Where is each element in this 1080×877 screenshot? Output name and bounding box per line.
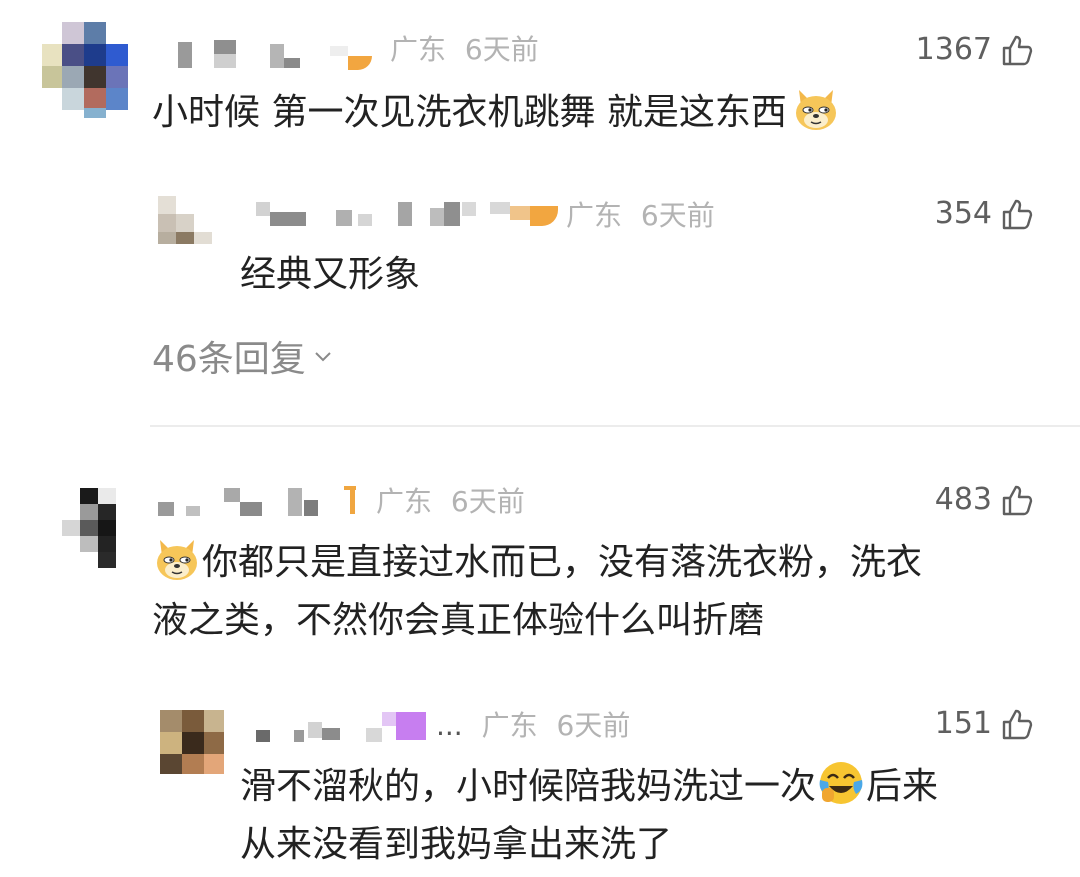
like-button[interactable]: 483 bbox=[935, 482, 1034, 517]
like-count: 354 bbox=[934, 196, 992, 231]
like-count: 483 bbox=[934, 482, 992, 517]
thumbs-up-icon bbox=[1002, 709, 1033, 739]
avatar[interactable] bbox=[62, 488, 116, 568]
thumbs-up-icon bbox=[1002, 35, 1033, 65]
thumbs-up-icon bbox=[1002, 199, 1033, 229]
username-blurred[interactable] bbox=[158, 484, 368, 520]
reply-meta: ... 广东 6天前 bbox=[436, 709, 631, 742]
reply-text: 滑不溜秋的，小时候陪我妈洗过一次 后来 从来没看到我妈拿出来洗了 bbox=[240, 758, 1040, 874]
time: 6天前 bbox=[464, 33, 539, 66]
view-replies-button[interactable]: 46条回复 bbox=[152, 330, 334, 382]
like-count: 151 bbox=[934, 706, 992, 741]
reply-like-button[interactable]: 151 bbox=[935, 706, 1034, 741]
doge-emoji-icon bbox=[157, 540, 197, 580]
reply-meta: 广东 6天前 bbox=[566, 199, 715, 232]
comment-meta: 广东 6天前 bbox=[376, 485, 525, 518]
like-count: 1367 bbox=[915, 32, 992, 67]
thumbs-up-icon bbox=[1002, 485, 1033, 515]
reply-username-blurred[interactable] bbox=[240, 198, 560, 230]
location: 广东 bbox=[390, 33, 447, 66]
reply-like-button[interactable]: 354 bbox=[935, 196, 1034, 231]
reply-avatar[interactable] bbox=[158, 196, 212, 250]
avatar[interactable] bbox=[42, 22, 134, 118]
chevron-down-icon bbox=[315, 352, 331, 362]
reply-username-blurred[interactable] bbox=[250, 708, 440, 744]
like-button[interactable]: 1367 bbox=[916, 32, 1034, 67]
doge-emoji-icon bbox=[795, 90, 836, 130]
comment-text: 你都只是直接过水而已，没有落洗衣粉，洗衣 液之类，不然你会真正体验什么叫折磨 bbox=[152, 534, 1042, 650]
divider bbox=[150, 425, 1080, 427]
reply-avatar[interactable] bbox=[160, 710, 224, 774]
comment-meta: 广东 6天前 bbox=[390, 28, 539, 68]
reply-text: 经典又形象 bbox=[240, 254, 421, 295]
comment-text: 小时候 第一次见洗衣机跳舞 就是这东西 bbox=[152, 84, 841, 142]
username-blurred[interactable] bbox=[170, 36, 380, 72]
laughing-crying-emoji-icon bbox=[819, 762, 863, 804]
